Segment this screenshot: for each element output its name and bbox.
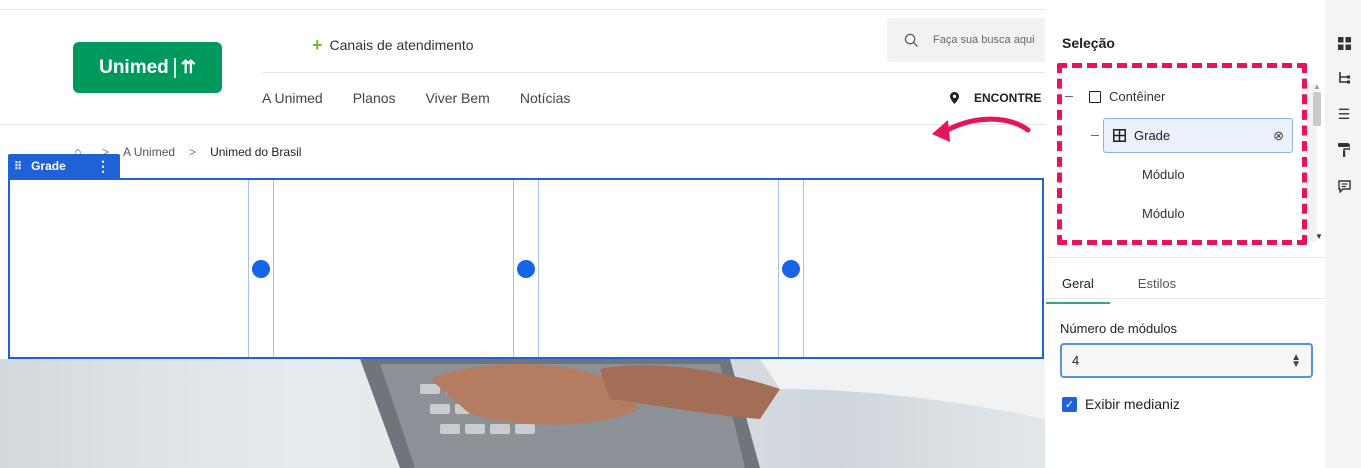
tab-estilos[interactable]: Estilos bbox=[1138, 276, 1176, 304]
gutter-toggle-label: Exibir medianiz bbox=[1085, 396, 1180, 412]
breadcrumb-item-a-unimed[interactable]: A Unimed bbox=[123, 145, 175, 159]
nav-item-a-unimed[interactable]: A Unimed bbox=[262, 90, 323, 106]
breadcrumb-separator: > bbox=[189, 144, 197, 159]
nav-item-planos[interactable]: Planos bbox=[353, 90, 396, 106]
breadcrumb-divider bbox=[0, 124, 1045, 125]
annotation-arrow-icon bbox=[932, 116, 1031, 142]
hero-image bbox=[0, 359, 1045, 468]
tabs-divider bbox=[1045, 298, 1325, 299]
annotation-highlight bbox=[1057, 63, 1307, 245]
gutter-handle-icon[interactable] bbox=[782, 260, 800, 278]
panel-title: Seleção bbox=[1062, 35, 1115, 51]
hierarchy-icon[interactable] bbox=[1336, 70, 1352, 86]
logo-separator bbox=[173, 57, 176, 78]
tool-rail: ☰ bbox=[1325, 0, 1361, 468]
checkbox-checked-icon[interactable]: ✓ bbox=[1062, 396, 1077, 412]
nav-item-viver-bem[interactable]: Viver Bem bbox=[426, 90, 490, 106]
list-icon[interactable]: ☰ bbox=[1336, 106, 1352, 122]
logo-text: Unimed bbox=[99, 56, 169, 78]
modules-count-select[interactable]: 4 ▲ ▼ bbox=[1060, 343, 1313, 378]
modules-count-label: Número de módulos bbox=[1060, 321, 1178, 336]
encontre-label: ENCONTRE bbox=[974, 91, 1042, 105]
search-bar[interactable]: Faça sua busca aqui bbox=[887, 18, 1045, 62]
scroll-down-icon[interactable]: ▼ bbox=[1315, 232, 1323, 241]
main-nav: A Unimed Planos Viver Bem Notícias bbox=[262, 90, 570, 106]
panel-divider bbox=[1045, 257, 1325, 258]
more-options-icon[interactable]: ⋮ bbox=[96, 158, 110, 175]
scroll-up-icon[interactable]: ▲ bbox=[1313, 82, 1321, 91]
breadcrumb-item-current: Unimed do Brasil bbox=[210, 144, 302, 159]
grid-gutter bbox=[248, 180, 274, 357]
grade-tag[interactable]: ⠿ Grade ⋮ bbox=[8, 154, 120, 178]
encontre-link[interactable]: ENCONTRE bbox=[950, 91, 1041, 105]
search-placeholder[interactable]: Faça sua busca aqui bbox=[933, 34, 1035, 46]
top-divider bbox=[0, 9, 1045, 10]
panel-tabs: Geral Estilos bbox=[1046, 276, 1176, 304]
gutter-handle-icon[interactable] bbox=[252, 260, 270, 278]
tab-geral[interactable]: Geral bbox=[1046, 276, 1110, 304]
comment-icon[interactable] bbox=[1336, 178, 1352, 194]
grid-gutter bbox=[513, 180, 539, 357]
unimed-logo[interactable]: Unimed ⇈ bbox=[73, 42, 222, 93]
paint-roller-icon[interactable] bbox=[1336, 142, 1352, 158]
canais-label: Canais de atendimento bbox=[329, 37, 474, 53]
grid-gutter bbox=[778, 180, 804, 357]
location-pin-icon bbox=[950, 92, 959, 104]
drag-handle-icon[interactable]: ⠿ bbox=[14, 160, 22, 173]
header-divider bbox=[262, 72, 1045, 73]
laptop-photo bbox=[360, 359, 1045, 468]
tree-scrollbar-thumb[interactable] bbox=[1313, 92, 1321, 126]
gutter-handle-icon[interactable] bbox=[517, 260, 535, 278]
nav-item-noticias[interactable]: Notícias bbox=[520, 90, 571, 106]
modules-count-value: 4 bbox=[1072, 353, 1080, 368]
blocks-icon[interactable] bbox=[1336, 35, 1352, 51]
plus-icon: + bbox=[312, 35, 323, 55]
page-canvas: Unimed ⇈ + Canais de atendimento Faça su… bbox=[0, 0, 1045, 468]
grade-component[interactable] bbox=[8, 178, 1044, 359]
select-arrows-icon: ▲ ▼ bbox=[1291, 351, 1301, 370]
grade-tag-label: Grade bbox=[31, 159, 66, 173]
search-icon bbox=[904, 33, 919, 47]
canais-link[interactable]: + Canais de atendimento bbox=[312, 35, 474, 55]
unimed-mark-icon: ⇈ bbox=[180, 57, 196, 77]
gutter-toggle[interactable]: ✓ Exibir medianiz bbox=[1062, 396, 1180, 412]
